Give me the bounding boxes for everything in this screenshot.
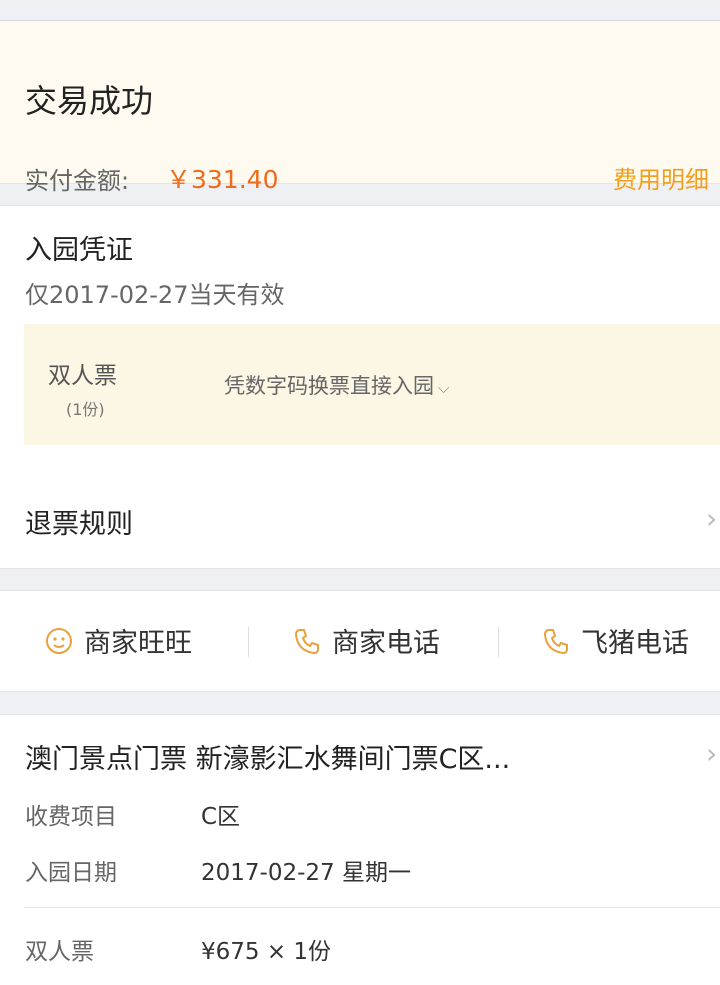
seller-wangwang-button[interactable]: 商家旺旺 [44,621,192,660]
ticket-type-name: 双人票 [48,363,117,389]
seller-wangwang-label: 商家旺旺 [84,628,192,659]
chat-face-icon [46,627,72,654]
paid-amount-label: 实付金额: [25,167,130,195]
fliggy-phone-label: 飞猪电话 [581,628,689,659]
product-title[interactable]: 澳门景点门票 新濠影汇水舞间门票C区... [25,737,510,776]
product-card: 澳门景点门票 新濠影汇水舞间门票C区... › 收费项目 C区 入园日期 201… [0,714,720,985]
redeem-method-label: 凭数字码换票直接入园 [224,374,434,398]
phone-icon [294,628,319,654]
ticket-info-box[interactable]: 双人票 (1份) 凭数字码换票直接入园 ⌵ [24,324,720,445]
entry-voucher-card: 入园凭证 仅2017-02-27当天有效 双人票 (1份) 凭数字码换票直接入园… [0,205,720,569]
charge-item-label: 收费项目 [25,804,117,830]
seller-phone-label: 商家电话 [332,628,440,659]
contact-divider [498,627,499,657]
chevron-right-icon[interactable]: › [706,737,717,770]
phone-icon [543,628,568,654]
order-status-panel: 交易成功 实付金额: ￥331.40 费用明细 [0,21,720,195]
price-row-value: ¥675 × 1份 [201,939,332,965]
seller-phone-button[interactable]: 商家电话 [292,621,440,660]
price-row-label: 双人票 [25,939,94,965]
row-divider [24,907,720,908]
chevron-down-icon: ⌵ [438,379,450,397]
redeem-method[interactable]: 凭数字码换票直接入园 ⌵ [224,370,449,400]
fliggy-phone-button[interactable]: 飞猪电话 [541,621,689,660]
contact-divider [248,627,249,657]
order-status-title: 交易成功 [25,82,154,120]
paid-amount-value: ￥331.40 [166,165,279,194]
chevron-right-icon[interactable]: › [706,502,717,535]
top-divider [0,0,720,21]
entry-date-value: 2017-02-27 星期一 [201,860,411,886]
ticket-quantity: (1份) [66,400,105,419]
contact-bar: 商家旺旺 商家电话 飞猪电话 [0,590,720,692]
voucher-validity: 仅2017-02-27当天有效 [25,281,285,309]
fee-detail-link[interactable]: 费用明细 [613,160,709,195]
entry-date-label: 入园日期 [25,860,117,886]
refund-rules-item[interactable]: 退票规则 [25,502,133,541]
charge-item-value: C区 [201,804,241,830]
voucher-title: 入园凭证 [25,235,133,266]
